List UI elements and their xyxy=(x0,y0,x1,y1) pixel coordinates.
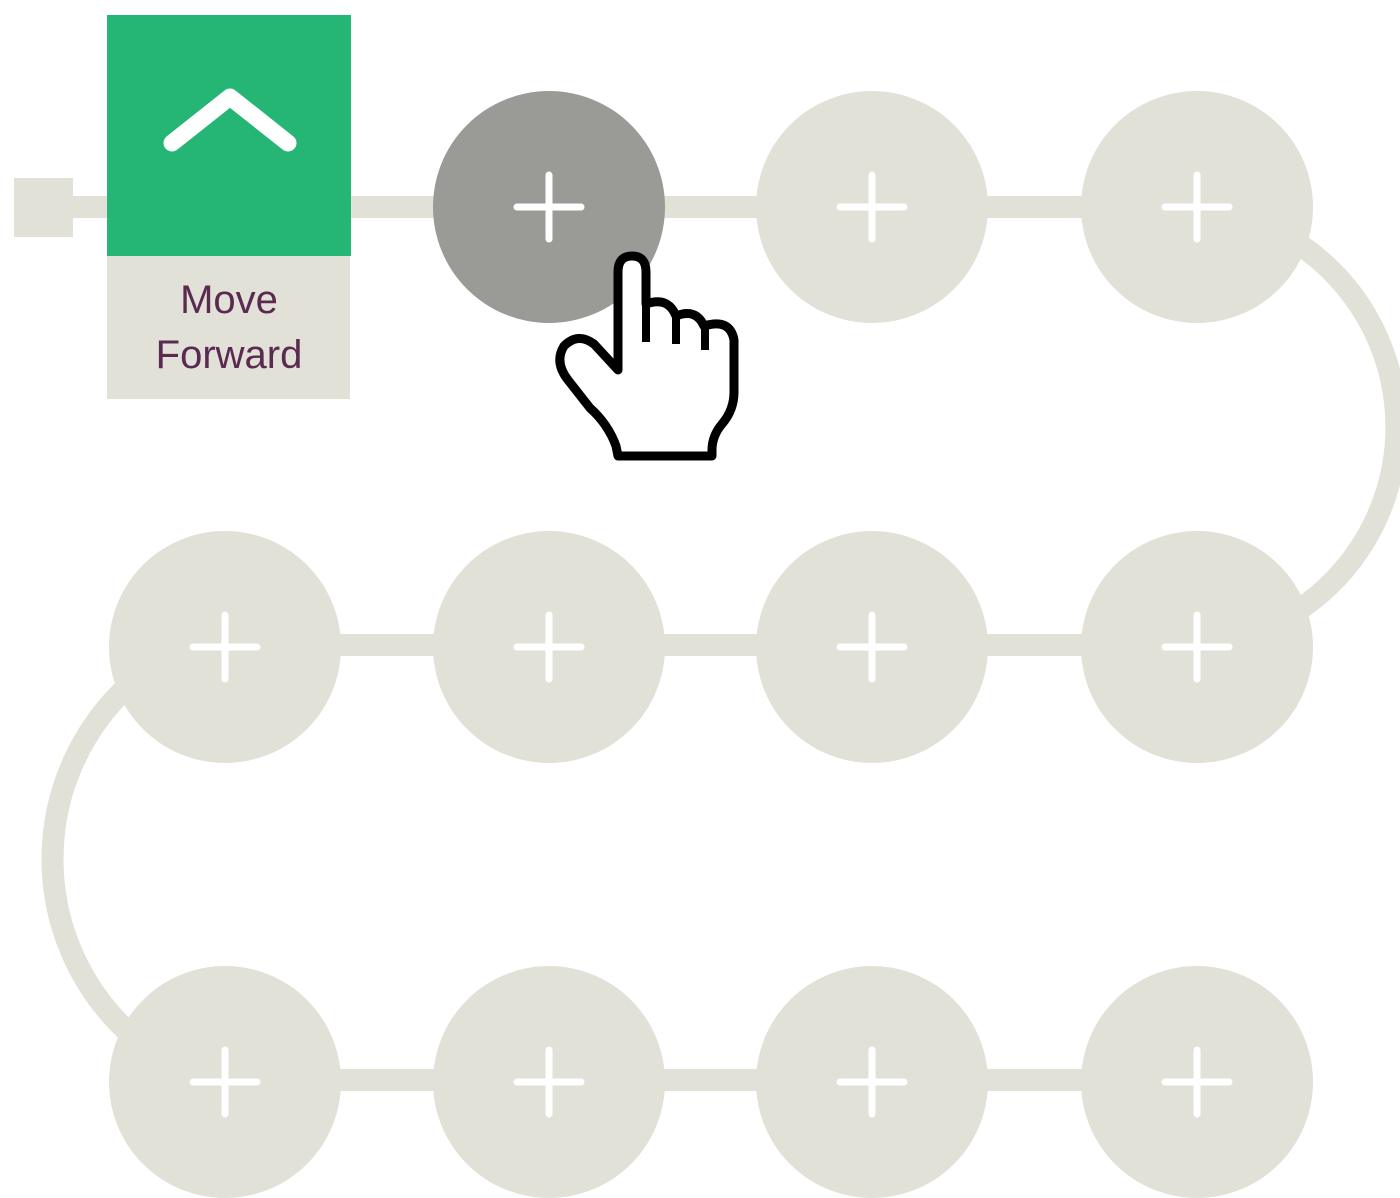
block-label-line-1: Move xyxy=(180,278,278,322)
program-slot-r3-c3[interactable] xyxy=(756,966,988,1198)
program-canvas: Move Forward xyxy=(14,15,1400,1198)
block-icon-area xyxy=(107,15,351,256)
program-slot-r1-c3[interactable] xyxy=(756,91,988,323)
move-forward-block[interactable]: Move Forward xyxy=(107,15,351,399)
program-slot-r1-c4[interactable] xyxy=(1081,91,1313,323)
program-slot-r2-c3[interactable] xyxy=(756,531,988,763)
track-turn-right xyxy=(1290,233,1400,621)
program-slot-r3-c4[interactable] xyxy=(1081,966,1313,1198)
track-turn-left xyxy=(41,677,136,1041)
program-slot-r2-c1[interactable] xyxy=(109,531,341,763)
program-slot-r2-c4[interactable] xyxy=(1081,531,1313,763)
program-slot-r2-c2[interactable] xyxy=(433,531,665,763)
program-slot-r3-c1[interactable] xyxy=(109,966,341,1198)
program-slot-r3-c2[interactable] xyxy=(433,966,665,1198)
block-label-line-2: Forward xyxy=(156,333,303,377)
